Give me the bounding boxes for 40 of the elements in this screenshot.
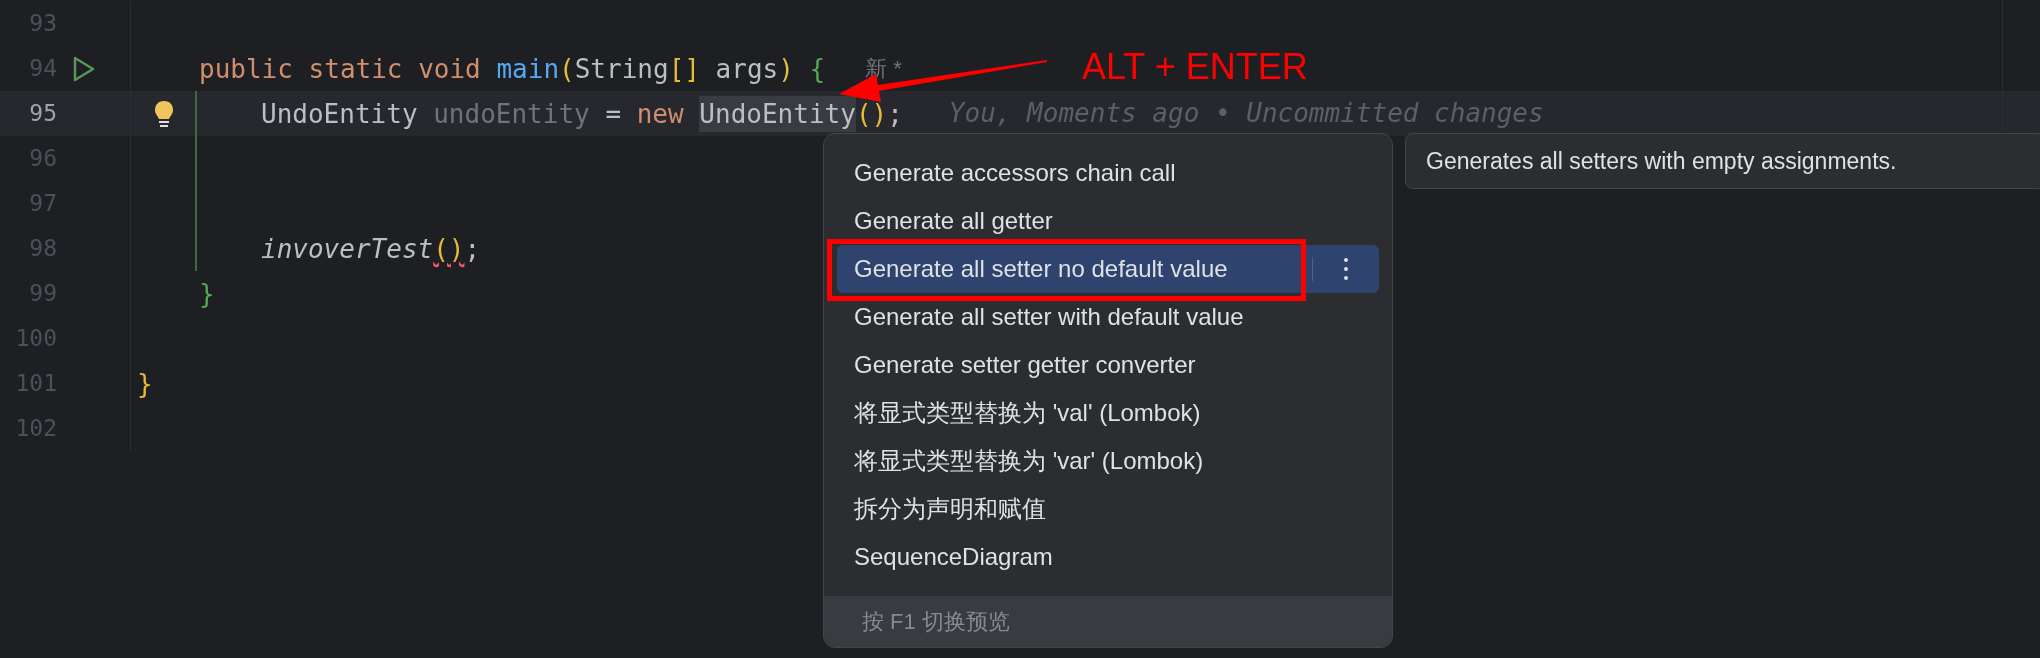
menu-item[interactable]: Generate all getter [837, 197, 1379, 245]
menu-item[interactable]: SequenceDiagram [837, 533, 1379, 581]
code-token: void [418, 52, 482, 86]
code-token: ( [559, 52, 575, 86]
inlay-hint: 新 * [865, 55, 902, 83]
code-token: undoEntity [433, 97, 590, 131]
line-number: 95 [28, 99, 57, 129]
menu-item[interactable]: Generate all setter with default value [837, 293, 1379, 341]
code-token: UndoEntity [261, 97, 419, 131]
run-icon[interactable] [72, 54, 96, 83]
code-token: } [199, 277, 215, 311]
footer-hint: 按 F1 切换预览 [824, 596, 1392, 647]
blame-annotation: You, Moments ago • Uncommitted changes [948, 97, 1544, 130]
code-token: } [137, 367, 153, 401]
code-token: static [308, 52, 404, 86]
code-token: () [433, 232, 465, 266]
code-token: args [714, 52, 779, 86]
code-token: [] [668, 52, 700, 86]
menu-item[interactable]: 将显式类型替换为 'val' (Lombok) [837, 389, 1379, 437]
annotation-label: ALT + ENTER [1082, 45, 1308, 89]
menu-item[interactable]: Generate accessors chain call [837, 149, 1379, 197]
more-icon[interactable] [1342, 257, 1350, 281]
code-token: public [199, 52, 294, 86]
code-token: main [496, 52, 560, 86]
code-token: = [604, 97, 623, 131]
tooltip: Generates all setters with empty assignments. [1405, 133, 2040, 189]
menu-item[interactable]: 拆分为声明和赋值 [837, 485, 1379, 533]
code-token: invoverTest [261, 232, 434, 266]
code-token: ; [464, 232, 481, 266]
code-token: { [808, 52, 826, 86]
lightbulb-icon[interactable] [154, 100, 174, 130]
menu-item[interactable]: 将显式类型替换为 'var' (Lombok) [837, 437, 1379, 485]
code-token: String [574, 52, 669, 86]
code-token: ; [887, 97, 903, 131]
code-token: () [855, 97, 888, 131]
code-token: UndoEntity [699, 95, 856, 132]
code-token: new [636, 97, 685, 131]
code-token: ) [778, 52, 794, 86]
menu-item[interactable]: Generate setter getter converter [837, 341, 1379, 389]
menu-item[interactable]: Generate all setter no default value [837, 245, 1379, 293]
